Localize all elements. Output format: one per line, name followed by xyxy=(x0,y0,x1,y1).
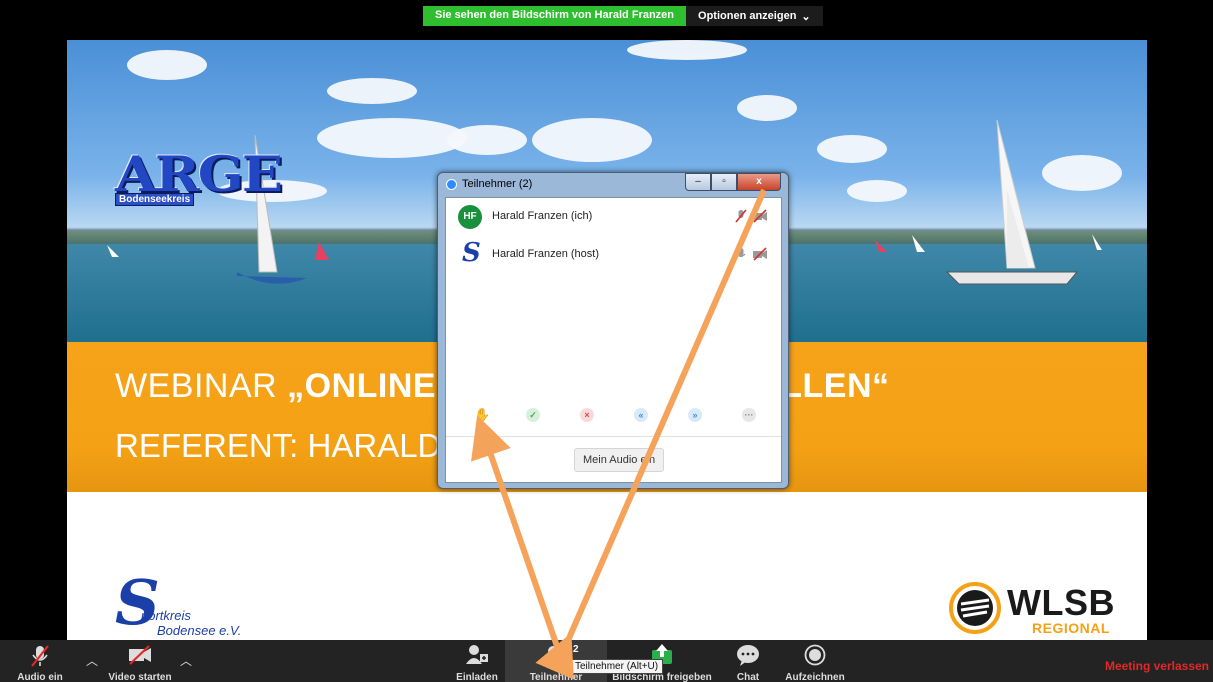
participants-titlebar[interactable]: Teilnehmer (2) – ▫ x xyxy=(438,173,788,197)
arge-logo-subtitle: Bodenseekreis xyxy=(115,193,195,206)
video-off-icon xyxy=(129,645,151,665)
nonverbal-feedback-bar: ✋ ✓ × « » ··· xyxy=(446,404,781,428)
participants-icon xyxy=(545,645,569,665)
audio-button[interactable]: Audio ein xyxy=(14,640,66,682)
add-user-icon xyxy=(466,645,488,664)
video-off-icon[interactable] xyxy=(752,209,768,223)
avatar: S xyxy=(462,238,481,268)
participants-tooltip: Teilnehmer (Alt+U) xyxy=(570,659,664,674)
slide-referent: REFERENT: HARALD xyxy=(115,427,442,464)
chat-button-label: Chat xyxy=(736,672,760,682)
chevron-down-icon: ⌄ xyxy=(801,10,811,23)
more-options-icon[interactable]: ··· xyxy=(742,408,756,422)
participant-row[interactable]: HF Harald Franzen (ich) xyxy=(446,198,781,234)
participant-name: Harald Franzen (ich) xyxy=(492,210,593,222)
view-options-label: Optionen anzeigen xyxy=(698,10,797,22)
no-icon[interactable]: × xyxy=(580,408,594,422)
zoom-app-icon xyxy=(446,179,457,190)
yes-icon[interactable]: ✓ xyxy=(526,408,540,422)
participants-list: HF Harald Franzen (ich) S Harald Franzen… xyxy=(445,197,782,483)
wlsb-logo-text: WLSB xyxy=(1007,582,1115,623)
go-faster-icon[interactable]: » xyxy=(688,408,702,422)
microphone-muted-icon[interactable] xyxy=(734,209,748,223)
participant-row[interactable]: S Harald Franzen (host) xyxy=(446,236,781,272)
participant-name: Harald Franzen (host) xyxy=(492,248,599,260)
slide-title-bold-left: „ONLINE xyxy=(287,367,437,405)
slide-title-prefix: WEBINAR xyxy=(115,367,288,405)
maximize-button[interactable]: ▫ xyxy=(711,173,737,191)
microphone-muted-icon xyxy=(31,645,49,667)
sportkreis-logo-line2: Bodensee e.V. xyxy=(157,623,242,638)
divider xyxy=(446,436,781,437)
video-options-chevron-icon[interactable]: ︿ xyxy=(180,652,192,669)
invite-button-label: Einladen xyxy=(456,672,498,682)
participant-count-badge: 2 xyxy=(573,644,579,655)
microphone-icon[interactable] xyxy=(734,247,748,261)
sportkreis-logo-letter: S xyxy=(115,566,160,639)
go-slower-icon[interactable]: « xyxy=(634,408,648,422)
video-off-icon[interactable] xyxy=(752,247,768,261)
join-audio-button[interactable]: Mein Audio ein xyxy=(574,448,665,472)
avatar: HF xyxy=(458,205,482,229)
record-button[interactable]: Aufzeichnen xyxy=(782,640,848,682)
screen-share-banner: Sie sehen den Bildschirm von Harald Fran… xyxy=(423,6,823,26)
viewing-screen-label: Sie sehen den Bildschirm von Harald Fran… xyxy=(423,6,687,26)
audio-button-label: Audio ein xyxy=(17,672,63,682)
raise-hand-icon[interactable]: ✋ xyxy=(474,408,490,422)
wlsb-emblem-icon xyxy=(949,582,1001,634)
leave-meeting-button[interactable]: Meeting verlassen xyxy=(1105,659,1209,673)
video-button[interactable]: Video starten xyxy=(104,640,176,682)
record-button-label: Aufzeichnen xyxy=(785,672,845,682)
chat-button[interactable]: Chat xyxy=(728,640,768,682)
close-button[interactable]: x xyxy=(737,173,781,191)
participants-window: Teilnehmer (2) – ▫ x HF Harald Franzen (… xyxy=(437,172,789,489)
zoom-meeting-window: Sie sehen den Bildschirm von Harald Fran… xyxy=(0,0,1213,682)
audio-options-chevron-icon[interactable]: ︿ xyxy=(86,652,98,669)
video-button-label: Video starten xyxy=(108,672,172,682)
sportkreis-logo-line1: portkreis xyxy=(141,608,191,623)
invite-button[interactable]: Einladen xyxy=(452,640,502,682)
view-options-button[interactable]: Optionen anzeigen ⌄ xyxy=(686,6,823,26)
record-icon xyxy=(804,644,826,666)
chat-bubble-icon xyxy=(737,645,759,666)
minimize-button[interactable]: – xyxy=(685,173,711,191)
participants-window-title: Teilnehmer (2) xyxy=(462,178,533,190)
window-controls: – ▫ x xyxy=(685,173,781,191)
wlsb-logo-subtitle: REGIONAL xyxy=(1032,620,1110,636)
wlsb-logo: WLSB REGIONAL xyxy=(947,580,1115,640)
